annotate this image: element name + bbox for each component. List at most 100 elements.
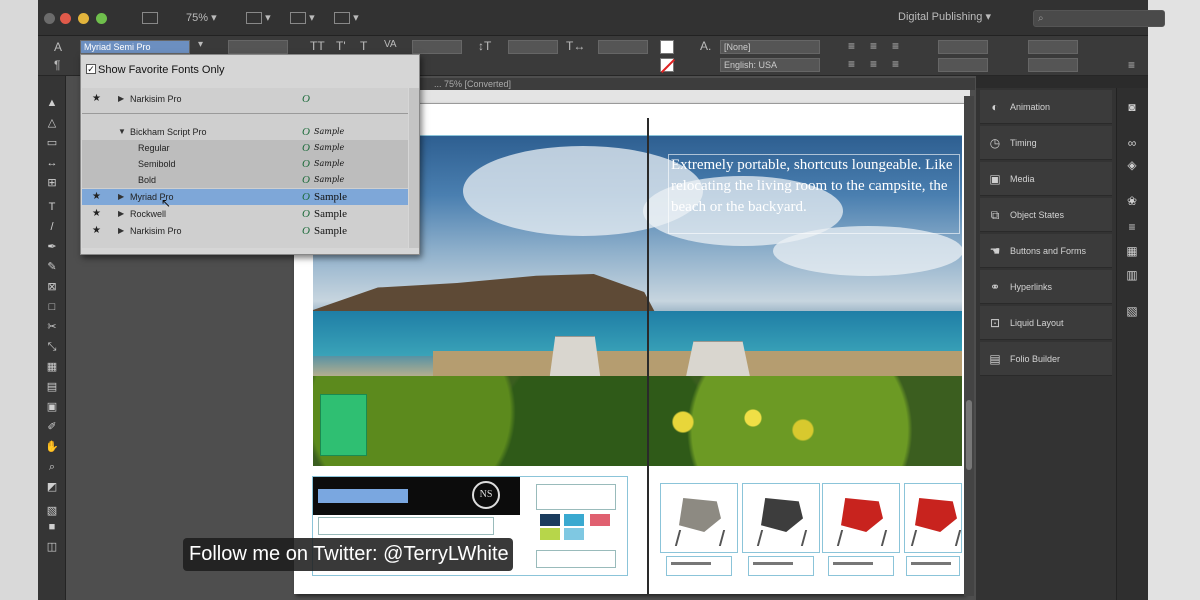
- language-field[interactable]: English: USA: [720, 58, 820, 72]
- chair-card[interactable]: [742, 483, 820, 553]
- paragraph-formatting-icon[interactable]: ¶: [54, 58, 60, 72]
- align-center-icon[interactable]: ≡: [870, 39, 877, 53]
- expand-triangle-icon[interactable]: ▶: [118, 223, 124, 239]
- note-tool-icon[interactable]: ▣: [44, 400, 60, 414]
- layers-icon[interactable]: ◈: [1124, 158, 1140, 172]
- character-style-icon[interactable]: A.: [700, 39, 711, 53]
- cc-libraries-icon[interactable]: ❀: [1124, 194, 1140, 208]
- right-indent-field[interactable]: [1028, 40, 1078, 54]
- line-tool-icon[interactable]: /: [44, 220, 60, 234]
- kerning-icon[interactable]: VA: [384, 39, 397, 50]
- text-wrap-icon[interactable]: ▧: [1124, 304, 1140, 318]
- green-rectangle[interactable]: [320, 394, 367, 456]
- vertical-scrollbar[interactable]: [964, 96, 974, 596]
- vertical-scroll-thumb[interactable]: [966, 400, 972, 470]
- chair-card[interactable]: [904, 483, 962, 553]
- panel-buttons-and-forms[interactable]: ☚ Buttons and Forms: [980, 234, 1112, 268]
- chair-caption[interactable]: [828, 556, 894, 576]
- chair-caption[interactable]: [906, 556, 960, 576]
- fill-field[interactable]: [None]: [720, 40, 820, 54]
- screen-mode-button[interactable]: ▾: [290, 9, 315, 27]
- expand-triangle-icon[interactable]: ▶: [118, 189, 124, 205]
- search-input[interactable]: ⌕: [1033, 10, 1165, 27]
- content-collector-icon[interactable]: ⊞: [44, 176, 60, 190]
- panel-hyperlinks[interactable]: ⚭ Hyperlinks: [980, 270, 1112, 304]
- text-frame[interactable]: [318, 517, 494, 535]
- justify-center-icon[interactable]: ≡: [870, 57, 877, 71]
- links-icon[interactable]: ∞: [1124, 136, 1140, 150]
- first-line-indent-field[interactable]: [938, 58, 988, 72]
- bridge-button[interactable]: [142, 9, 158, 27]
- panel-animation[interactable]: ◐ Animation: [980, 90, 1112, 124]
- favorite-star-icon[interactable]: ★: [92, 223, 101, 239]
- expand-triangle-icon[interactable]: ▶: [118, 206, 124, 222]
- font-list-item[interactable]: ▼ Bickham Script Pro O Sample: [82, 124, 408, 140]
- zoom-tool-icon[interactable]: ⌕: [44, 460, 60, 474]
- chair-caption[interactable]: [748, 556, 814, 576]
- vertical-scale-icon[interactable]: ↕T: [478, 39, 491, 53]
- underline-icon[interactable]: T: [360, 39, 367, 53]
- panel-media[interactable]: ▣ Media: [980, 162, 1112, 196]
- hero-text-frame[interactable]: Extremely portable, shortcuts loungeable…: [668, 154, 960, 234]
- justify-all-icon[interactable]: ≡: [892, 57, 899, 71]
- arrange-documents-button[interactable]: ▾: [334, 9, 359, 27]
- caption-frame[interactable]: [536, 550, 616, 568]
- page-tool-icon[interactable]: ▭: [44, 136, 60, 150]
- gap-tool-icon[interactable]: ↔: [44, 156, 60, 170]
- font-style-item[interactable]: Bold O Sample: [82, 172, 408, 188]
- camera-icon[interactable]: ◙: [1124, 100, 1140, 114]
- pencil-tool-icon[interactable]: ✎: [44, 260, 60, 274]
- close-window-button[interactable]: [44, 13, 55, 24]
- gradient-tool-icon[interactable]: ▦: [44, 360, 60, 374]
- kerning-field[interactable]: [412, 40, 462, 54]
- font-size-field[interactable]: [228, 40, 288, 54]
- gradient-panel-icon[interactable]: ▥: [1124, 268, 1140, 282]
- direct-selection-tool-icon[interactable]: △: [44, 116, 60, 130]
- chair-caption[interactable]: [666, 556, 732, 576]
- eyedropper-tool-icon[interactable]: ✐: [44, 420, 60, 434]
- font-list-item-selected[interactable]: ★ ▶ Myriad Pro O Sample: [82, 189, 408, 205]
- font-style-item[interactable]: Regular O Sample: [82, 140, 408, 156]
- last-line-indent-field[interactable]: [1028, 58, 1078, 72]
- formatting-container-icon[interactable]: ▧: [44, 504, 60, 518]
- zoom-window-button[interactable]: [78, 13, 89, 24]
- panel-timing[interactable]: ◷ Timing: [980, 126, 1112, 160]
- rectangle-frame-tool-icon[interactable]: ⊠: [44, 280, 60, 294]
- control-panel-menu-icon[interactable]: ≡: [1128, 58, 1135, 72]
- favorite-star-icon[interactable]: ★: [92, 91, 101, 107]
- selection-tool-icon[interactable]: ▲: [44, 96, 60, 110]
- horizontal-scale-field[interactable]: [598, 40, 648, 54]
- font-family-field[interactable]: Myriad Semi Pro: [80, 40, 190, 54]
- chair-card[interactable]: [822, 483, 900, 553]
- align-left-icon[interactable]: ≡: [848, 39, 855, 53]
- vertical-scale-field[interactable]: [508, 40, 558, 54]
- hand-tool-icon[interactable]: ✋: [44, 440, 60, 454]
- favorite-star-icon[interactable]: ★: [92, 189, 101, 205]
- gradient-feather-tool-icon[interactable]: ▤: [44, 380, 60, 394]
- panel-liquid-layout[interactable]: ⊡ Liquid Layout: [980, 306, 1112, 340]
- fill-swatch[interactable]: [660, 40, 674, 54]
- normal-view-icon[interactable]: ■: [44, 520, 60, 534]
- favorites-checkbox[interactable]: ✓: [86, 64, 96, 74]
- align-right-icon[interactable]: ≡: [892, 39, 899, 53]
- document-tab[interactable]: ... 75% [Converted]: [420, 78, 975, 90]
- rectangle-tool-icon[interactable]: □: [44, 300, 60, 314]
- swatches-icon[interactable]: ▦: [1124, 244, 1140, 258]
- font-menu-arrow[interactable]: ▾: [198, 39, 203, 50]
- fill-stroke-swap-icon[interactable]: ◩: [44, 480, 60, 494]
- favorite-star-icon[interactable]: ★: [92, 206, 101, 222]
- view-options-button[interactable]: ▾: [246, 9, 271, 27]
- horizontal-scale-icon[interactable]: T↔: [566, 39, 585, 53]
- workspace-switcher[interactable]: Digital Publishing ▾: [898, 10, 991, 23]
- collapse-triangle-icon[interactable]: ▼: [118, 124, 126, 140]
- panel-object-states[interactable]: ⧉ Object States: [980, 198, 1112, 232]
- preview-mode-icon[interactable]: ◫: [44, 540, 60, 554]
- superscript-icon[interactable]: T': [336, 39, 346, 53]
- thumbnail-frame[interactable]: [536, 484, 616, 510]
- stroke-swatch[interactable]: [660, 58, 676, 74]
- scissors-tool-icon[interactable]: ✂: [44, 320, 60, 334]
- pen-tool-icon[interactable]: ✒: [44, 240, 60, 254]
- fullscreen-window-button[interactable]: [96, 13, 107, 24]
- all-caps-icon[interactable]: TT: [310, 39, 325, 53]
- minimize-window-button[interactable]: [60, 13, 71, 24]
